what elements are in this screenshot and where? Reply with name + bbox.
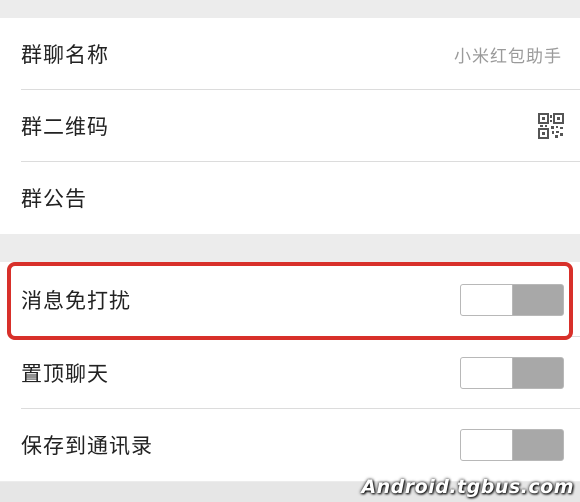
toggle-knob bbox=[461, 430, 513, 460]
chat-settings-section: 消息免打扰 置顶聊天 保存到通讯录 bbox=[0, 262, 580, 481]
qr-code-icon bbox=[538, 113, 564, 139]
watermark-text: Android.tgbus.com bbox=[361, 476, 574, 498]
save-to-contacts-row: 保存到通讯录 bbox=[0, 409, 580, 481]
group-chat-settings-screen: 群聊名称 小米红包助手 群二维码 群公告 消息免打扰 置顶聊天 保存到通讯录 A… bbox=[0, 0, 580, 502]
group-announcement-label: 群公告 bbox=[21, 187, 87, 211]
mute-notifications-toggle[interactable] bbox=[460, 283, 564, 316]
save-to-contacts-toggle[interactable] bbox=[460, 429, 564, 461]
toggle-knob bbox=[461, 358, 513, 388]
mute-notifications-label: 消息免打扰 bbox=[21, 288, 131, 313]
group-announcement-row[interactable]: 群公告 bbox=[0, 162, 580, 234]
top-spacer bbox=[0, 0, 580, 18]
mute-notifications-row: 消息免打扰 bbox=[0, 262, 580, 337]
save-to-contacts-label: 保存到通讯录 bbox=[21, 434, 153, 458]
group-name-value: 小米红包助手 bbox=[454, 46, 562, 67]
toggle-knob bbox=[461, 284, 513, 315]
group-qr-label: 群二维码 bbox=[21, 115, 109, 139]
pin-chat-toggle[interactable] bbox=[460, 357, 564, 389]
group-info-section: 群聊名称 小米红包助手 群二维码 群公告 bbox=[0, 18, 580, 234]
pin-chat-row: 置顶聊天 bbox=[0, 337, 580, 409]
group-name-label: 群聊名称 bbox=[21, 43, 109, 67]
group-name-row[interactable]: 群聊名称 小米红包助手 bbox=[0, 18, 580, 90]
pin-chat-label: 置顶聊天 bbox=[21, 362, 109, 386]
group-qr-row[interactable]: 群二维码 bbox=[0, 90, 580, 162]
